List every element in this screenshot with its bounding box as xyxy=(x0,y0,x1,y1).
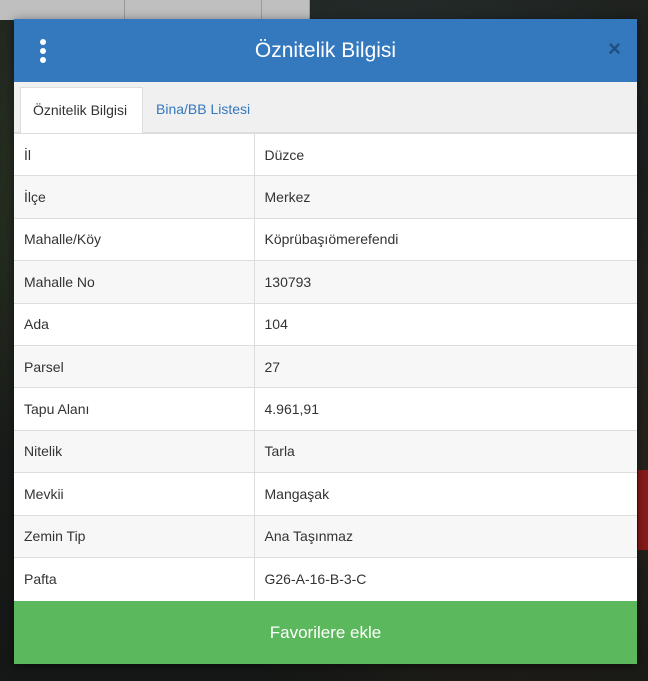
attribute-value: Merkez xyxy=(254,175,637,219)
tab-bar: Öznitelik Bilgisi Bina/BB Listesi xyxy=(14,82,637,133)
attribute-table: İl Düzce İlçe Merkez Mahalle/Köy Köprübaşıöme… xyxy=(14,132,637,600)
attribute-key: Parsel xyxy=(14,344,255,388)
table-row: Parsel 27 xyxy=(14,344,637,388)
add-to-favorites-button[interactable]: Favorilere ekle xyxy=(14,601,637,664)
attribute-key: İl xyxy=(14,132,255,176)
table-row: Mahalle No 130793 xyxy=(14,260,637,304)
attribute-key: Mahalle No xyxy=(14,260,255,304)
modal-header: Öznitelik Bilgisi × xyxy=(14,19,637,82)
tab-attribute-info[interactable]: Öznitelik Bilgisi xyxy=(20,87,143,133)
attribute-value: G26-A-16-B-3-C xyxy=(254,556,637,600)
attribute-key: Zemin Tip xyxy=(14,514,255,558)
table-row: Mahalle/Köy Köprübaşıömerefendi xyxy=(14,217,637,261)
modal-title: Öznitelik Bilgisi xyxy=(254,38,397,62)
table-row: Pafta G26-A-16-B-3-C xyxy=(14,556,637,600)
attribute-key: Tapu Alanı xyxy=(14,387,255,431)
close-icon[interactable]: × xyxy=(608,37,621,61)
attribute-value: Mangaşak xyxy=(254,472,637,516)
table-row: İlçe Merkez xyxy=(14,175,637,219)
attribute-key: Ada xyxy=(14,302,255,346)
attribute-info-modal: Öznitelik Bilgisi × Öznitelik Bilgisi Bi… xyxy=(14,19,637,664)
attribute-value: 104 xyxy=(254,302,637,346)
table-row: İl Düzce xyxy=(14,132,637,176)
map-toolbar-strip xyxy=(0,0,310,20)
attribute-value: 4.961,91 xyxy=(254,387,637,431)
table-row: Mevkii Mangaşak xyxy=(14,472,637,516)
attribute-value: 130793 xyxy=(254,260,637,304)
table-row: Nitelik Tarla xyxy=(14,429,637,473)
attribute-key: Nitelik xyxy=(14,429,255,473)
attribute-value: Tarla xyxy=(254,429,637,473)
attribute-key: İlçe xyxy=(14,175,255,219)
table-row: Tapu Alanı 4.961,91 xyxy=(14,387,637,431)
table-row: Ada 104 xyxy=(14,302,637,346)
tab-building-list[interactable]: Bina/BB Listesi xyxy=(144,87,262,132)
map-feature xyxy=(638,470,648,550)
attribute-key: Mahalle/Köy xyxy=(14,217,255,261)
attribute-key: Mevkii xyxy=(14,472,255,516)
table-row: Zemin Tip Ana Taşınmaz xyxy=(14,514,637,558)
attribute-value: Düzce xyxy=(254,132,637,176)
attribute-value: Köprübaşıömerefendi xyxy=(254,217,637,261)
vertical-dots-icon[interactable] xyxy=(38,39,48,63)
attribute-key: Pafta xyxy=(14,556,255,600)
attribute-value: 27 xyxy=(254,344,637,388)
attribute-value: Ana Taşınmaz xyxy=(254,514,637,558)
